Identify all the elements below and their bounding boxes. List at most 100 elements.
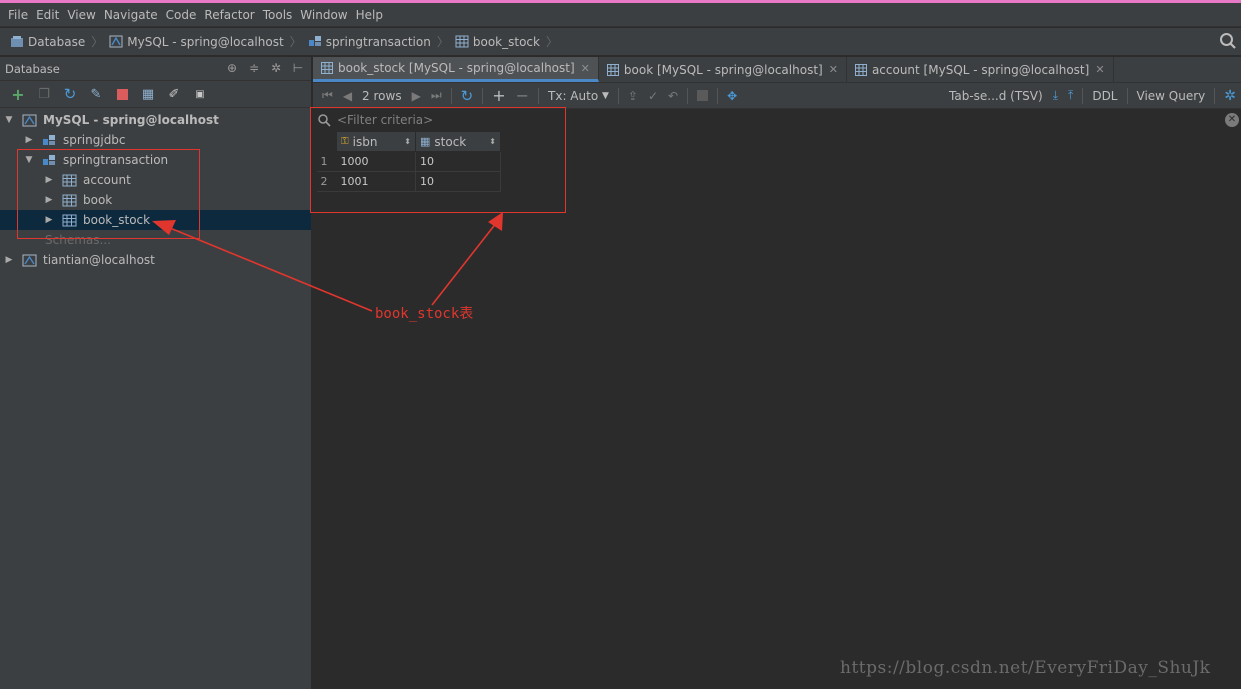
- panel-title: Database: [5, 61, 60, 76]
- menu-edit[interactable]: Edit: [36, 8, 59, 22]
- filter-input[interactable]: <Filter criteria>: [337, 113, 433, 127]
- sort-icon[interactable]: ⬍: [489, 137, 496, 146]
- tab-account[interactable]: account [MySQL - spring@localhost] ✕: [847, 57, 1114, 82]
- menu-file[interactable]: File: [8, 8, 28, 22]
- add-row-icon[interactable]: +: [492, 86, 505, 105]
- cell-stock[interactable]: 10: [415, 151, 501, 172]
- remove-row-icon[interactable]: −: [516, 86, 529, 105]
- tree-node-tiantian[interactable]: ▶ tiantian@localhost: [0, 250, 311, 270]
- prev-page-icon[interactable]: ◀: [343, 89, 352, 103]
- last-page-icon[interactable]: ⏭: [431, 88, 442, 103]
- tree-node-springjdbc[interactable]: ▶ springjdbc: [0, 130, 311, 150]
- cell-isbn[interactable]: 1000: [336, 151, 416, 172]
- stop-icon[interactable]: [112, 84, 132, 104]
- menu-help[interactable]: Help: [356, 8, 383, 22]
- table-icon: [62, 194, 77, 206]
- database-panel: Database ⊕ ≑ ✲ ⊢ + ❐ ↻ ✎ ▦ ✐ ▣ ▼ MySQL -…: [0, 57, 312, 689]
- breadcrumb-database[interactable]: Database 〉: [10, 33, 103, 50]
- export-format-dropdown[interactable]: Tab-se...d (TSV): [949, 89, 1043, 103]
- tree-node-account[interactable]: ▶ account: [0, 170, 311, 190]
- breadcrumb-schema[interactable]: springtransaction 〉: [308, 33, 449, 50]
- row-count[interactable]: 2 rows: [362, 89, 402, 103]
- edit-source-icon[interactable]: ✐: [164, 84, 184, 104]
- tree-node-book[interactable]: ▶ book: [0, 190, 311, 210]
- row-number: 2: [316, 171, 337, 192]
- close-icon[interactable]: ✕: [829, 63, 838, 76]
- database-toolbar: + ❐ ↻ ✎ ▦ ✐ ▣: [0, 81, 311, 108]
- cell-isbn[interactable]: 1001: [336, 171, 416, 192]
- settings-icon[interactable]: ✲: [1224, 88, 1236, 104]
- table-icon: [854, 63, 867, 76]
- table-icon: [62, 214, 77, 226]
- properties-icon[interactable]: ✎: [86, 84, 106, 104]
- table-icon: [455, 35, 469, 48]
- refresh-icon[interactable]: ↻: [60, 84, 80, 104]
- annotation-label: book_stock表: [375, 306, 474, 322]
- filter-search-icon: [318, 114, 331, 127]
- collapse-arrow-icon[interactable]: ▶: [44, 175, 54, 185]
- import-icon[interactable]: ⤒: [1068, 88, 1073, 103]
- tree-label: tiantian@localhost: [43, 253, 155, 267]
- collapse-arrow-icon[interactable]: ▶: [4, 255, 14, 265]
- cancel-query-icon[interactable]: [697, 90, 709, 101]
- target-icon[interactable]: ⊕: [225, 61, 239, 75]
- search-icon[interactable]: [1219, 32, 1237, 50]
- menu-refactor[interactable]: Refactor: [204, 8, 254, 22]
- cell-stock[interactable]: 10: [415, 171, 501, 192]
- expand-arrow-icon[interactable]: ▼: [4, 115, 14, 125]
- menu-code[interactable]: Code: [166, 8, 197, 22]
- menu-tools[interactable]: Tools: [263, 8, 293, 22]
- breadcrumb-table[interactable]: book_stock 〉: [455, 33, 558, 50]
- gear-icon[interactable]: ✲: [269, 61, 283, 75]
- close-icon[interactable]: ✕: [1095, 63, 1104, 76]
- tree-label: Schemas...: [45, 233, 111, 247]
- menu-window[interactable]: Window: [300, 8, 347, 22]
- tab-book[interactable]: book [MySQL - spring@localhost] ✕: [599, 57, 847, 82]
- tab-label: account [MySQL - spring@localhost]: [871, 62, 1090, 77]
- expand-arrow-icon[interactable]: ▼: [24, 155, 34, 165]
- collapse-all-icon[interactable]: ≑: [247, 61, 261, 75]
- refresh-icon[interactable]: ↻: [461, 87, 474, 105]
- breadcrumb-datasource[interactable]: MySQL - spring@localhost 〉: [109, 33, 302, 50]
- filter-bar[interactable]: <Filter criteria> ✕: [313, 109, 1241, 131]
- tx-mode-dropdown[interactable]: Tx: Auto ▼: [548, 89, 609, 103]
- first-page-icon[interactable]: ⏮: [322, 88, 333, 103]
- tx-mode-label: Tx: Auto: [548, 88, 599, 103]
- collapse-arrow-icon[interactable]: ▶: [44, 195, 54, 205]
- submit-icon[interactable]: ⇪: [628, 89, 638, 103]
- table-row[interactable]: 1 1000 10: [316, 151, 501, 172]
- tree-node-datasource[interactable]: ▼ MySQL - spring@localhost: [0, 110, 311, 130]
- menu-view[interactable]: View: [67, 8, 95, 22]
- rollback-icon[interactable]: ↶: [668, 89, 678, 103]
- export-icon[interactable]: ⤓: [1053, 88, 1058, 103]
- copy-icon[interactable]: ❐: [34, 84, 54, 104]
- tree-node-springtransaction[interactable]: ▼ springtransaction: [0, 150, 311, 170]
- schema-icon: [43, 154, 55, 165]
- tree-node-book-stock[interactable]: ▶ book_stock: [0, 210, 311, 230]
- database-panel-header: Database ⊕ ≑ ✲ ⊢: [0, 57, 311, 81]
- close-icon[interactable]: ✕: [1225, 113, 1239, 127]
- table-row[interactable]: 2 1001 10: [316, 171, 501, 192]
- tree-node-schemas[interactable]: Schemas...: [0, 230, 311, 250]
- watermark: https://blog.csdn.net/EveryFriDay_ShuJk: [840, 658, 1211, 678]
- column-header-stock[interactable]: ▦ stock ⬍: [415, 131, 501, 152]
- collapse-arrow-icon[interactable]: ▶: [24, 135, 34, 145]
- close-icon[interactable]: ✕: [581, 62, 590, 75]
- add-icon[interactable]: +: [8, 84, 28, 104]
- console-icon[interactable]: ▣: [190, 84, 210, 104]
- breadcrumb-label: Database: [28, 34, 86, 49]
- editor-tabs: book_stock [MySQL - spring@localhost] ✕ …: [313, 57, 1241, 83]
- next-page-icon[interactable]: ▶: [412, 89, 421, 103]
- sort-icon[interactable]: ⬍: [404, 137, 411, 146]
- tab-book-stock[interactable]: book_stock [MySQL - spring@localhost] ✕: [313, 57, 599, 82]
- tree-label: MySQL - spring@localhost: [43, 113, 219, 127]
- view-query-button[interactable]: View Query: [1137, 89, 1206, 103]
- commit-icon[interactable]: ✓: [648, 89, 658, 103]
- collapse-arrow-icon[interactable]: ▶: [44, 215, 54, 225]
- pin-tab-icon[interactable]: ✥: [727, 89, 737, 103]
- menu-navigate[interactable]: Navigate: [104, 8, 158, 22]
- ddl-button[interactable]: DDL: [1092, 89, 1117, 103]
- table-editor-icon[interactable]: ▦: [138, 84, 158, 104]
- column-header-isbn[interactable]: ⚿ isbn ⬍: [336, 131, 416, 152]
- hide-panel-icon[interactable]: ⊢: [291, 61, 305, 75]
